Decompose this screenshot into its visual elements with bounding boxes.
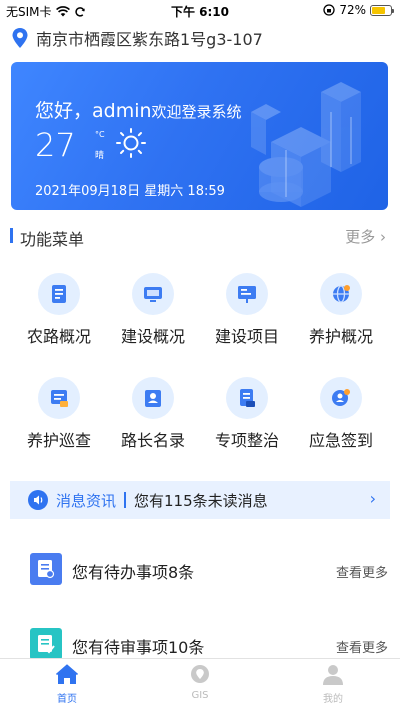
- speaker-icon: [28, 490, 48, 510]
- globe-icon: [333, 285, 350, 303]
- divider: [124, 492, 126, 508]
- chevron-right-icon: ›: [380, 228, 386, 246]
- message-label: 消息资讯: [56, 492, 117, 510]
- view-more-link[interactable]: 查看更多: [336, 562, 388, 581]
- menu-item-maintenance-inspection[interactable]: 养护巡查: [18, 377, 98, 467]
- review-text: 您有待审事项10条: [72, 638, 205, 657]
- temperature-unit: °C: [95, 130, 105, 139]
- todo-icon: [30, 553, 62, 585]
- section-title: 功能菜单: [20, 230, 85, 249]
- location-bar[interactable]: 南京市栖霞区紫东路1号g3-107: [10, 26, 263, 50]
- message-notice-bar[interactable]: 消息资讯 您有115条未读消息 ›: [10, 481, 390, 519]
- orientation-lock-icon: [323, 4, 335, 16]
- tab-label: 我的: [323, 694, 343, 705]
- location-address: 南京市栖霞区紫东路1号g3-107: [36, 30, 263, 49]
- weather-condition: 晴: [95, 151, 105, 161]
- monitor-icon: [144, 287, 162, 302]
- review-icon: [30, 628, 62, 660]
- section-accent-bar: [10, 228, 13, 243]
- report-icon: [52, 285, 66, 303]
- function-menu-header: 功能菜单 更多 ›: [10, 225, 390, 249]
- emergency-icon: [332, 389, 350, 406]
- more-link[interactable]: 更多 ›: [345, 226, 386, 247]
- location-pin-icon: [12, 28, 28, 48]
- tab-label: 首页: [57, 694, 77, 705]
- tab-mine[interactable]: 我的: [293, 663, 373, 705]
- status-bar: 无SIM卡 下午 6:10 72%: [0, 0, 400, 20]
- home-icon: [55, 664, 79, 684]
- bottom-tab-bar: 首页 GIS 我的: [0, 658, 400, 710]
- tab-gis[interactable]: GIS: [160, 663, 240, 701]
- current-datetime: 2021年09月18日 星期六 18:59: [35, 184, 225, 199]
- temperature: 27: [35, 126, 76, 164]
- welcome-banner: 您好，admin欢迎登录系统 27 °C 晴 2021年09月18日 星期六 1…: [11, 62, 388, 210]
- tab-home[interactable]: 首页: [27, 663, 107, 705]
- presentation-icon: [238, 286, 256, 303]
- unread-messages-text: 您有115条未读消息: [134, 492, 268, 510]
- tab-label: GIS: [191, 690, 209, 701]
- battery-percent: 72%: [339, 3, 366, 17]
- chevron-right-icon: ›: [369, 489, 376, 508]
- menu-item-road-overview[interactable]: 农路概况: [18, 273, 98, 363]
- map-pin-icon: [191, 665, 209, 683]
- city-illustration: [251, 82, 361, 207]
- menu-item-construction-overview[interactable]: 建设概况: [112, 273, 192, 363]
- view-more-link[interactable]: 查看更多: [336, 637, 388, 656]
- sun-icon: [116, 128, 146, 158]
- user-icon: [323, 665, 343, 685]
- menu-item-road-chief-roster[interactable]: 路长名录: [112, 377, 192, 467]
- inspection-icon: [51, 390, 68, 407]
- document-icon: [240, 389, 255, 407]
- menu-item-emergency-checkin[interactable]: 应急签到: [300, 377, 380, 467]
- todo-text: 您有待办事项8条: [72, 563, 195, 582]
- menu-item-special-rectification[interactable]: 专项整治: [206, 377, 286, 467]
- roster-icon: [145, 390, 161, 407]
- menu-item-construction-projects[interactable]: 建设项目: [206, 273, 286, 363]
- menu-item-maintenance-overview[interactable]: 养护概况: [300, 273, 380, 363]
- greeting: 您好，admin欢迎登录系统: [35, 100, 242, 122]
- battery-icon: [370, 4, 394, 16]
- todo-items-row[interactable]: 您有待办事项8条 查看更多: [30, 553, 390, 589]
